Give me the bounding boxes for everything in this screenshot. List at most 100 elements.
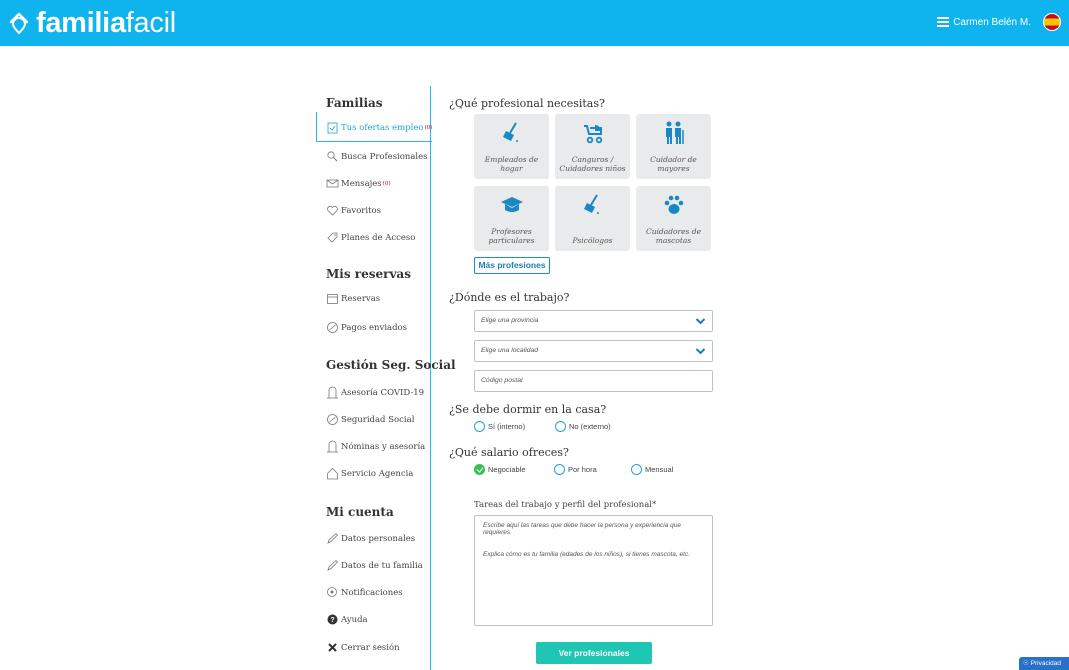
radio-negociable[interactable]: Negociable [474, 464, 526, 475]
sidebar-item-label: Asesoría COVID-19 [341, 387, 425, 398]
logo-bold-text: familia [36, 7, 126, 39]
sidebar-divider [430, 86, 431, 670]
envelope-icon [326, 179, 339, 188]
radio-label: Por hora [568, 465, 597, 474]
payment-icon [327, 414, 338, 425]
sidebar-item-label: Favoritos [341, 205, 381, 216]
radio-circle[interactable] [555, 421, 566, 432]
radio-interno[interactable]: Sí (interno) [474, 421, 525, 432]
pencil-icon [327, 559, 339, 571]
broom-icon [502, 122, 518, 142]
elderly-couple-icon [665, 121, 684, 144]
sidebar-item-reservas[interactable]: Reservas [326, 292, 380, 305]
card-mascotas[interactable]: Cuidadores de mascotas [636, 186, 711, 251]
sidebar-item-label: Reservas [341, 293, 381, 304]
sidebar-item-label: Pagos enviados [341, 322, 408, 333]
radio-circle-checked[interactable] [474, 464, 485, 475]
sidebar-item-datos-personales[interactable]: Datos personales [326, 532, 415, 545]
logo-light-text: facil [125, 7, 176, 39]
sidebar-item-seguridad[interactable]: Seguridad Social [326, 413, 414, 426]
sidebar-item-label: Mensajes [341, 178, 382, 189]
sidebar-item-label: Nóminas y asesoría [341, 441, 426, 452]
radio-label: Sí (interno) [488, 422, 526, 431]
privacy-label: Privacidad [1030, 660, 1061, 667]
sidebar-item-notificaciones[interactable]: Notificaciones [326, 586, 403, 599]
textarea-placeholder-line: Escribe aquí las tareas que debe hacer l… [483, 522, 682, 536]
sidebar-item-agencia[interactable]: Servicio Agencia [326, 467, 413, 480]
search-people-icon [327, 151, 338, 162]
sidebar-item-ayuda[interactable]: ? Ayuda [326, 613, 368, 626]
badge-count: (0) [382, 180, 391, 187]
user-area: Carmen Belén M. [937, 13, 1061, 31]
radio-label: Negociable [488, 465, 526, 474]
help-icon: ? [327, 614, 338, 625]
sidebar-item-label: Planes de Acceso [341, 232, 416, 243]
sidebar-item-label: Tus ofertas empleo [341, 122, 424, 133]
house-pin-icon [9, 12, 29, 35]
card-empleados-hogar[interactable]: Empleados de hogar [474, 114, 549, 179]
card-profesores[interactable]: Profesores particulares [474, 186, 549, 251]
card-psicologos[interactable]: Psicólogos [555, 186, 630, 251]
textarea-placeholder-line: Explica cómo es tu familia (edades de lo… [483, 551, 691, 558]
sidebar-item-planes[interactable]: Planes de Acceso [326, 231, 415, 244]
sidebar-item-datos-familia[interactable]: Datos de tu familia [326, 559, 423, 572]
card-label: Canguros / Cuidadores niños [559, 155, 626, 173]
badge-count: (0) [424, 124, 433, 131]
sidebar-item-covid[interactable]: Asesoría COVID-19 [326, 386, 424, 399]
section-title-gestion: Gestión Seg. Social [326, 358, 456, 372]
radio-mensual[interactable]: Mensual [631, 464, 673, 475]
provincia-select[interactable]: Elige una provincia [474, 310, 713, 332]
radio-label: Mensual [645, 465, 674, 474]
card-cuidador-mayores[interactable]: Cuidador de mayores [636, 114, 711, 179]
spain-flag-icon[interactable] [1043, 13, 1061, 31]
radio-circle[interactable] [474, 421, 485, 432]
sidebar-item-favoritos[interactable]: Favoritos [326, 204, 381, 217]
sidebar-item-label: Datos de tu familia [341, 560, 423, 571]
close-icon [328, 643, 337, 652]
postal-code-input[interactable]: Código postal [474, 370, 713, 392]
tag-icon [327, 232, 338, 243]
tareas-label: Tareas del trabajo y perfil del profesio… [474, 500, 657, 510]
user-name[interactable]: Carmen Belén M. [953, 17, 1031, 28]
radio-externo[interactable]: No (externo) [555, 421, 611, 432]
privacy-button[interactable]: ☉ Privacidad [1019, 657, 1069, 670]
radio-circle[interactable] [631, 464, 642, 475]
payment-icon [327, 322, 338, 333]
sidebar-item-pagos[interactable]: Pagos enviados [326, 321, 407, 334]
section-title-cuenta: Mi cuenta [326, 505, 394, 519]
stroller-icon [583, 125, 602, 144]
sidebar-item-busca[interactable]: Busca Profesionales [326, 150, 428, 163]
localidad-select[interactable]: Elige una localidad [474, 340, 713, 362]
card-label: Empleados de hogar [484, 155, 539, 173]
question-salario: ¿Qué salario ofreces? [449, 446, 569, 459]
logo[interactable]: familia facil [8, 7, 176, 39]
hamburger-icon[interactable] [937, 17, 950, 27]
card-label: Cuidador de mayores [650, 155, 697, 173]
ver-profesionales-button[interactable]: Ver profesionales [536, 642, 652, 664]
sidebar-item-nominas[interactable]: Nóminas y asesoría [326, 440, 425, 453]
bell-icon [327, 587, 337, 597]
top-bar: familia facil Carmen Belén M. [0, 0, 1069, 46]
sidebar-item-ofertas[interactable]: Tus ofertas empleo (0) [326, 121, 432, 134]
question-donde: ¿Dónde es el trabajo? [449, 291, 570, 304]
tareas-textarea[interactable]: Escribe aquí las tareas que debe hacer l… [474, 515, 713, 626]
radio-circle[interactable] [554, 464, 565, 475]
radio-por-hora[interactable]: Por hora [554, 464, 597, 475]
question-dormir: ¿Se debe dormir en la casa? [449, 403, 607, 416]
sidebar-item-cerrar[interactable]: Cerrar sesión [326, 641, 400, 654]
provincia-placeholder: Elige una provincia [481, 317, 539, 324]
card-label: Cuidadores de mascotas [645, 227, 702, 245]
sidebar-item-label: Notificaciones [341, 587, 403, 598]
sidebar-item-label: Ayuda [341, 614, 368, 625]
question-profesional: ¿Qué profesional necesitas? [449, 97, 605, 110]
card-label: Psicólogos [572, 236, 613, 245]
chevron-down-icon [695, 318, 706, 325]
svg-text:?: ? [330, 617, 334, 624]
more-professions-button[interactable]: Más profesiones [474, 257, 550, 274]
sidebar-item-label: Busca Profesionales [341, 151, 428, 162]
card-canguros[interactable]: Canguros / Cuidadores niños [555, 114, 630, 179]
sidebar-item-mensajes[interactable]: Mensajes (0) [326, 177, 390, 190]
paw-icon [664, 195, 683, 214]
radio-label: No (externo) [569, 422, 611, 431]
sidebar-item-label: Servicio Agencia [341, 468, 414, 479]
